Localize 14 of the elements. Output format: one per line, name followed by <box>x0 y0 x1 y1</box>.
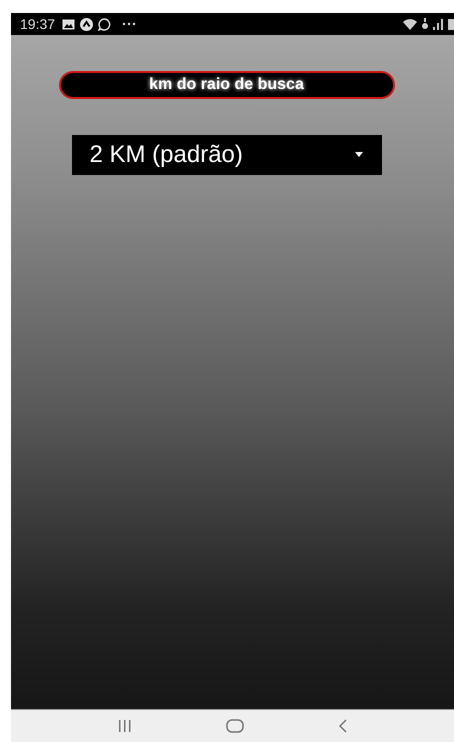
signal-icon <box>433 18 443 30</box>
back-icon[interactable] <box>338 719 347 733</box>
caret-icon <box>354 152 364 158</box>
wifi-icon <box>403 18 417 30</box>
app-icon <box>80 18 94 30</box>
chat-icon <box>98 18 112 30</box>
radius-label: km do raio de busca <box>58 71 394 99</box>
home-icon[interactable] <box>226 719 244 733</box>
radius-dropdown[interactable]: 2 KM (padrão) <box>72 135 382 175</box>
image-icon <box>62 18 76 30</box>
more-icon <box>122 22 136 26</box>
battery-icon <box>448 18 454 30</box>
status-time: 19:37 <box>20 16 56 32</box>
recents-icon[interactable] <box>118 720 132 732</box>
